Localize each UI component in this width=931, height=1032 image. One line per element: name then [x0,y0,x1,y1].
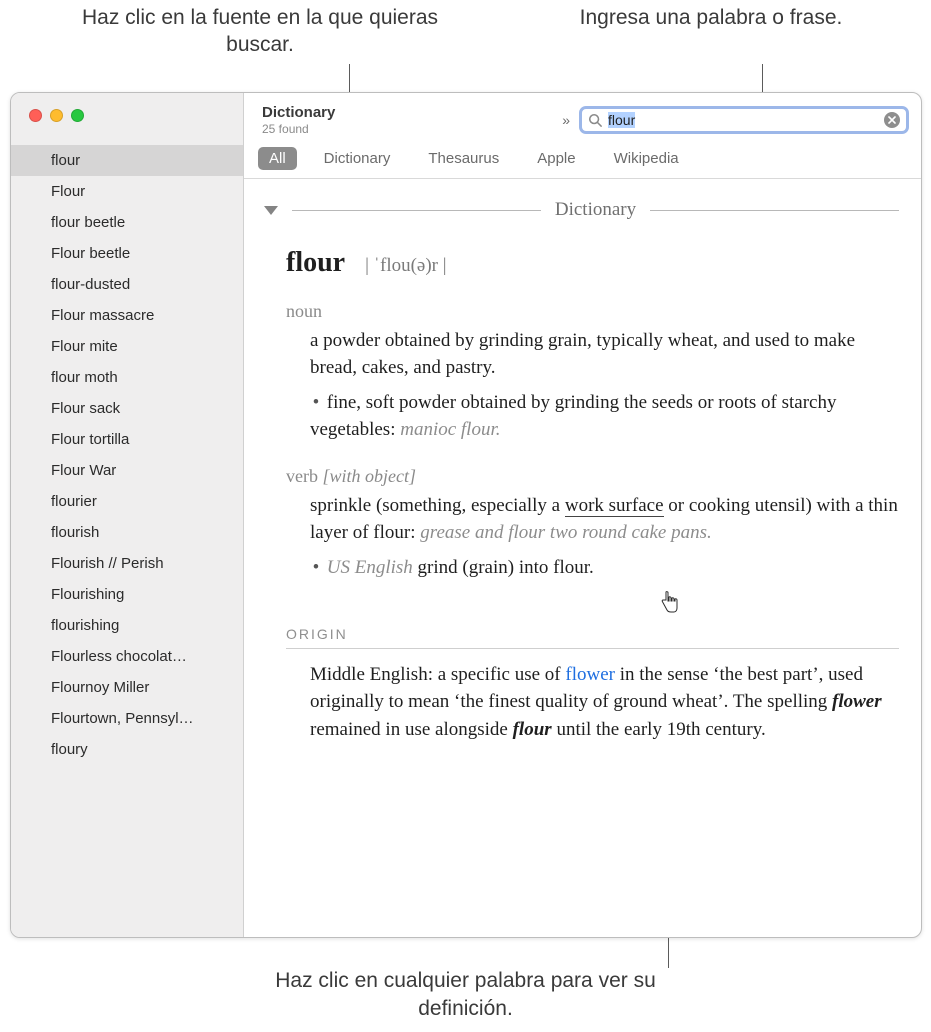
source-tab-all[interactable]: All [258,147,297,170]
close-icon[interactable] [29,109,42,122]
clear-icon[interactable] [884,112,900,128]
search-field[interactable] [579,106,909,134]
headword: flour [286,247,345,279]
source-tab-thesaurus[interactable]: Thesaurus [417,147,510,170]
origin-body[interactable]: Middle English: a specific use of flower… [310,661,899,744]
sidebar: flourFlourflour beetleFlour beetleflour-… [11,93,244,937]
callout-source: Haz clic en la fuente en la que quieras … [80,4,440,88]
list-item[interactable]: flour moth [11,362,243,393]
list-item[interactable]: Flour mite [11,331,243,362]
source-tab-dictionary[interactable]: Dictionary [313,147,402,170]
list-item[interactable]: flour-dusted [11,269,243,300]
part-of-speech-noun: noun [286,301,899,322]
list-item[interactable]: Flour massacre [11,300,243,331]
list-item[interactable]: Flour [11,176,243,207]
list-item[interactable]: Flournoy Miller [11,672,243,703]
list-item[interactable]: flour beetle [11,207,243,238]
list-item[interactable]: flour [11,145,243,176]
subdefinition-verb[interactable]: • US English grind (grain) into flour. [310,555,899,582]
pronunciation: | ˈflou(ə)r | [365,255,446,277]
list-item[interactable]: flourish [11,517,243,548]
list-item[interactable]: Flourless chocolat… [11,641,243,672]
list-item[interactable]: Flourishing [11,579,243,610]
overflow-icon[interactable]: » [562,112,567,128]
definition-verb[interactable]: sprinkle (something, especially a work s… [310,493,899,547]
cross-reference[interactable]: work surface [565,495,664,517]
entry-area[interactable]: Dictionary flour | ˈflou(ə)r | noun a po… [244,179,921,937]
list-item[interactable]: Flourish // Perish [11,548,243,579]
origin-header: ORIGIN [286,604,899,649]
list-item[interactable]: floury [11,734,243,765]
list-item[interactable]: Flourtown, Pennsyl… [11,703,243,734]
minimize-icon[interactable] [50,109,63,122]
disclosure-icon[interactable] [264,206,278,215]
callout-word: Haz clic en cualquier palabra para ver s… [256,967,676,1022]
results-list[interactable]: flourFlourflour beetleFlour beetleflour-… [11,145,243,937]
content-pane: Dictionary 25 found » All Dictionary Thesa… [244,93,921,937]
section-divider: Dictionary [266,199,899,221]
toolbar: Dictionary 25 found » [244,93,921,147]
app-title: Dictionary [262,104,335,121]
source-tab-wikipedia[interactable]: Wikipedia [603,147,690,170]
list-item[interactable]: flourishing [11,610,243,641]
list-item[interactable]: Flour tortilla [11,424,243,455]
list-item[interactable]: Flour sack [11,393,243,424]
source-tab-apple[interactable]: Apple [526,147,586,170]
part-of-speech-verb: verb [with object] [286,466,899,487]
list-item[interactable]: Flour War [11,455,243,486]
zoom-icon[interactable] [71,109,84,122]
definition-noun[interactable]: a powder obtained by grinding grain, typ… [310,328,899,382]
subdefinition-noun[interactable]: • fine, soft powder obtained by grinding… [310,390,899,444]
source-tabs: All Dictionary Thesaurus Apple Wikipedia [244,147,921,179]
callout-search: Ingresa una palabra o frase. [571,4,851,88]
window-controls [11,93,243,145]
search-icon [588,113,602,127]
search-input[interactable] [608,112,878,128]
dictionary-window: flourFlourflour beetleFlour beetleflour-… [10,92,922,938]
origin-link[interactable]: flower [565,664,615,685]
section-label: Dictionary [555,199,636,221]
list-item[interactable]: Flour beetle [11,238,243,269]
result-count: 25 found [262,122,335,136]
list-item[interactable]: flourier [11,486,243,517]
